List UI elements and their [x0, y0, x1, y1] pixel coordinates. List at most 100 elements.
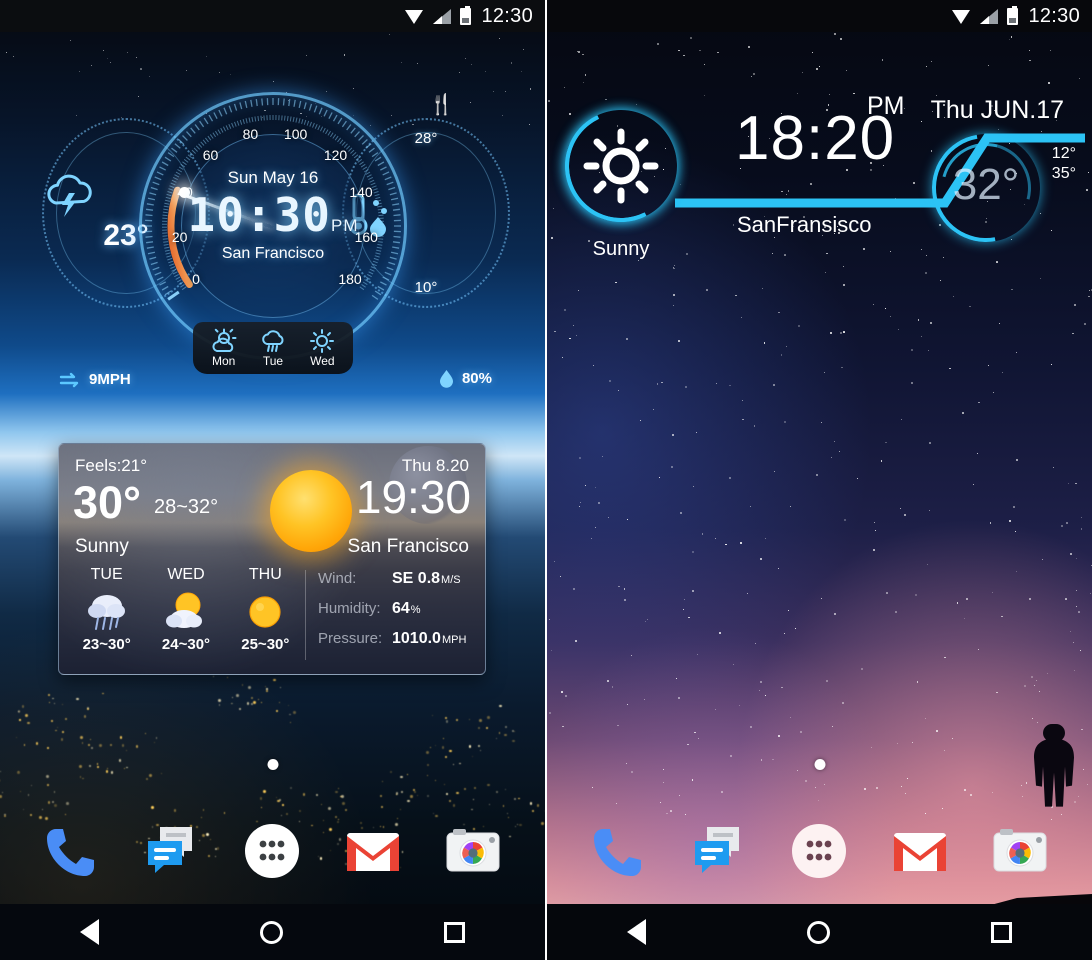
feels-like: Feels:21°	[75, 456, 147, 476]
partly-cloudy-icon	[146, 588, 225, 634]
widget-city: San Francisco	[348, 536, 469, 558]
humidity-readout: 80%	[439, 369, 492, 388]
wind-value: 9MPH	[89, 371, 131, 388]
forecast-day-wed[interactable]: Wed	[309, 329, 335, 368]
forecast-day-tue[interactable]: Tue	[260, 329, 286, 368]
dial-number: 120	[324, 147, 348, 163]
neon-hud-widget[interactable]: Sunny PM 18:20 SanFransisco Thu JUN.17 3…	[557, 86, 1082, 286]
temp-ring: 32°	[932, 134, 1040, 242]
messages-icon[interactable]	[142, 821, 202, 881]
signal-icon	[980, 9, 998, 24]
dial-number: 180	[338, 271, 362, 287]
wind-readout: 9MPH	[60, 371, 131, 388]
forecast-label: Mon	[211, 354, 237, 368]
forecast-row: TUE 23~30° WED 24~30° THU 25~30°	[67, 566, 305, 653]
status-bar-right: 12:30	[547, 0, 1092, 32]
partly-sunny-icon	[211, 329, 237, 353]
forecast-day: TUE	[67, 566, 146, 584]
detail-key: Wind:	[318, 570, 392, 587]
gmail-icon[interactable]	[890, 821, 950, 881]
dial-number: 0	[184, 271, 208, 287]
detail-unit: %	[411, 604, 421, 616]
dial-ampm: PM	[331, 216, 359, 235]
detail-key: Humidity:	[318, 600, 392, 617]
speedometer-dial: 020406080100120140160180 Sun May 16 10:3…	[139, 92, 407, 360]
wifi-icon	[952, 9, 971, 24]
hud-time: 18:20	[735, 108, 895, 170]
forecast-day-mon[interactable]: Mon	[211, 329, 237, 368]
dial-date: Sun May 16	[139, 168, 407, 188]
page-indicator-right[interactable]	[814, 759, 825, 770]
sun-icon	[565, 110, 677, 222]
wind-icon	[60, 373, 82, 387]
status-bar-left: 12:30	[0, 0, 545, 32]
phone-icon[interactable]	[42, 821, 102, 881]
camera-icon[interactable]	[990, 821, 1050, 881]
recents-square-icon[interactable]	[444, 922, 465, 943]
detail-unit: MPH	[442, 634, 466, 646]
detail-list: Wind: SE 0.8 M/S Humidity: 64 % Pressure…	[305, 570, 475, 660]
app-drawer-icon[interactable]	[242, 821, 302, 881]
dial-forecast-strip[interactable]: Mon Tue Wed	[193, 322, 353, 374]
forecast-range: 24~30°	[146, 636, 225, 653]
temp-range: 28~32°	[154, 496, 218, 519]
home-circle-icon[interactable]	[260, 921, 283, 944]
forecast-col-tue[interactable]: TUE 23~30°	[67, 566, 146, 653]
wifi-icon	[405, 9, 424, 24]
condition-ring	[565, 110, 677, 222]
condition-text: Sunny	[75, 536, 129, 558]
detail-value: SE 0.8	[392, 570, 440, 588]
page-indicator-left[interactable]	[267, 759, 278, 770]
widget-clock: 19:30	[356, 474, 471, 520]
dial-city: San Francisco	[139, 245, 407, 263]
hud-high: 12°	[1052, 144, 1076, 164]
back-triangle-icon[interactable]	[80, 919, 99, 945]
dual-phone-screenshot: 12:30 🍴 23° 28° 10° 0 20 60 80 100 120 1…	[0, 0, 1092, 960]
photo-weather-widget[interactable]: Feels:21° Thu 8.20 30° 28~32° Sunny 19:3…	[58, 443, 486, 675]
back-triangle-icon[interactable]	[627, 919, 646, 945]
recents-square-icon[interactable]	[991, 922, 1012, 943]
camera-icon[interactable]	[443, 821, 503, 881]
hud-date: Thu JUN.17	[931, 96, 1064, 125]
left-home-screen: 12:30 🍴 23° 28° 10° 0 20 60 80 100 120 1…	[0, 0, 545, 960]
navigation-bar-right	[547, 904, 1092, 960]
detail-row-humidity: Humidity: 64 %	[318, 600, 475, 618]
battery-icon	[460, 8, 471, 25]
dial-number: 100	[284, 126, 308, 142]
sunny-icon	[309, 329, 335, 353]
dock-right	[547, 808, 1092, 894]
battery-icon	[1007, 8, 1018, 25]
dock-left	[0, 808, 545, 894]
hud-city: SanFransisco	[737, 212, 872, 238]
dial-center-readout: Sun May 16 10:30PM San Francisco	[139, 168, 407, 263]
sun-graphic	[270, 470, 352, 552]
speedometer-weather-widget[interactable]: 🍴 23° 28° 10° 0 20 60 80 100 120 140 160…	[48, 96, 498, 366]
dial-time: 10:30PM	[139, 192, 407, 238]
hud-high-low: 12° 35°	[1052, 144, 1076, 184]
forecast-col-wed[interactable]: WED 24~30°	[146, 566, 225, 653]
sun-icon	[226, 588, 305, 634]
signal-icon	[433, 9, 451, 24]
forecast-range: 25~30°	[226, 636, 305, 653]
home-circle-icon[interactable]	[807, 921, 830, 944]
forecast-col-thu[interactable]: THU 25~30°	[226, 566, 305, 653]
forecast-day: THU	[226, 566, 305, 584]
messages-icon[interactable]	[689, 821, 749, 881]
current-temp: 30°	[73, 480, 141, 525]
thunderstorm-icon	[42, 173, 98, 219]
status-time: 12:30	[481, 5, 533, 28]
status-time: 12:30	[1028, 5, 1080, 28]
app-drawer-icon[interactable]	[789, 821, 849, 881]
detail-value: 64	[392, 600, 410, 618]
phone-icon[interactable]	[589, 821, 649, 881]
dial-number: 80	[238, 126, 262, 142]
gmail-icon[interactable]	[343, 821, 403, 881]
hud-condition: Sunny	[557, 238, 685, 261]
rain-icon	[260, 329, 286, 353]
dial-number: 60	[199, 147, 223, 163]
navigation-bar-left	[0, 904, 545, 960]
detail-key: Pressure:	[318, 630, 392, 647]
forecast-day: WED	[146, 566, 225, 584]
detail-unit: M/S	[441, 574, 461, 586]
rain-cloud-icon	[67, 588, 146, 634]
